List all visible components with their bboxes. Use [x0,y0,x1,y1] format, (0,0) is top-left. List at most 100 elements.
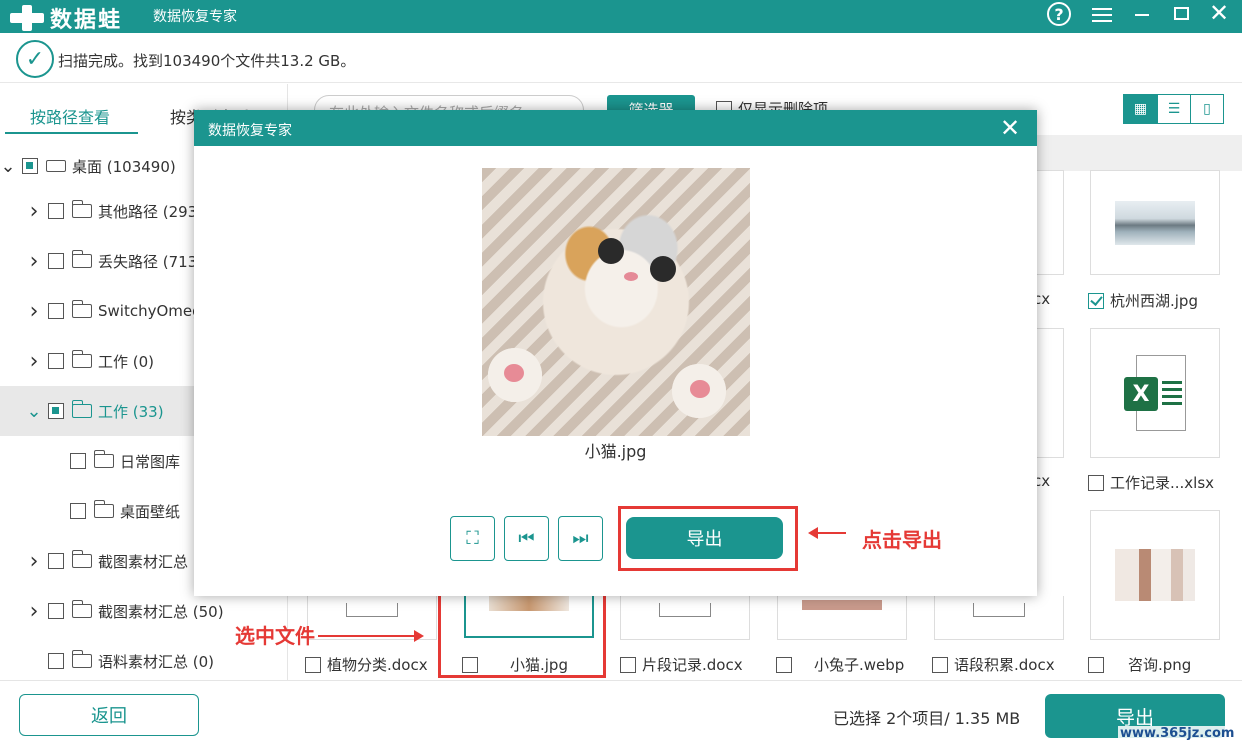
file-item-hangzhou[interactable]: 杭州西湖.jpg [1088,290,1198,311]
tree-checkbox[interactable] [48,203,64,219]
file-name: 工作记录...xlsx [1110,474,1215,492]
chevron-down-icon[interactable]: ⌄ [0,156,16,177]
tree-item-label: 截图素材汇总 (50) [98,602,224,621]
thumb-phrases[interactable] [934,596,1064,640]
tree-checkbox[interactable] [48,653,64,669]
file-checkbox[interactable] [1088,656,1104,673]
thumb-hangzhou[interactable] [1090,170,1220,275]
app-subtitle: 数据恢复专家 [153,9,237,25]
file-checkbox[interactable] [776,656,792,673]
highlight-export-button [618,506,798,571]
file-item[interactable]: 片段记录.docx [620,654,743,675]
chevron-right-icon[interactable]: › [26,599,42,624]
tree-checkbox[interactable] [48,403,64,419]
maximize-icon [1173,6,1189,20]
grid-view-icon[interactable]: ▦ [1124,95,1157,123]
folder-icon [71,200,92,218]
tree-item-label: 语料素材汇总 (0) [98,652,215,671]
chevron-right-icon[interactable]: › [26,349,42,374]
file-name: 植物分类.docx [327,656,428,674]
thumb-rabbit[interactable] [777,596,907,640]
help-button[interactable]: ? [1046,1,1072,27]
annotation-click-export: 点击导出 [862,528,942,552]
previous-button[interactable]: ⏮ [504,516,549,561]
fit-screen-icon: ⛶ [466,528,479,549]
fit-screen-button[interactable]: ⛶ [450,516,495,561]
tree-checkbox[interactable] [48,303,64,319]
help-icon: ? [1047,2,1071,26]
brand-name: 数据蛙 [50,8,123,33]
kitten-eye [598,238,624,264]
file-name: 片段记录.docx [642,656,743,674]
scan-complete-icon: ✓ [16,40,54,78]
tree-checkbox[interactable] [70,453,86,469]
skip-previous-icon: ⏮ [518,528,535,549]
excel-file-icon: X [1124,355,1186,431]
chevron-right-icon[interactable]: › [26,299,42,324]
file-item[interactable]: 语段积累.docx [932,654,1055,675]
list-view-icon[interactable]: ☰ [1157,95,1190,123]
dialog-close-icon[interactable]: ✕ [1000,114,1020,142]
app-logo: 数据蛙 [10,2,122,34]
back-button[interactable]: 返回 [19,694,199,736]
arrow-to-export [808,527,846,539]
tree-checkbox[interactable] [48,253,64,269]
doc-file-icon [973,602,1025,617]
chevron-down-icon[interactable]: ⌄ [26,401,42,422]
kitten-paw-pad [690,380,710,398]
tree-checkbox[interactable] [22,158,38,174]
tab-by-path[interactable]: 按路径查看 [30,104,110,128]
file-checkbox[interactable] [932,656,948,673]
folder-icon [93,450,114,468]
chevron-right-icon[interactable]: › [26,199,42,224]
folder-icon [71,250,92,268]
preview-dialog: 数据恢复专家 ✕ 小猫.jpg ⛶ ⏮ ⏭ 导出 点击导出 [194,110,1037,596]
file-item[interactable]: 小兔子.webp [776,654,904,675]
tree-item-label: 工作 (0) [98,352,155,371]
lake-image [1115,200,1195,245]
tree-item-label: 丢失路径 (713 [98,252,198,271]
maximize-button[interactable] [1170,0,1192,26]
file-checkbox[interactable] [305,656,321,673]
dialog-title: 数据恢复专家 [208,123,292,139]
thumb-worklog[interactable]: X [1090,328,1220,458]
detail-view-icon[interactable]: ▯ [1190,95,1223,123]
hamburger-icon [1092,8,1112,22]
file-checkbox[interactable] [620,656,636,673]
tree-checkbox[interactable] [48,353,64,369]
close-button[interactable]: ✕ [1208,0,1230,27]
drive-icon [46,160,66,172]
file-name: 小兔子.webp [814,656,905,674]
kitten-paw-pad [504,364,524,382]
chevron-right-icon[interactable]: › [26,249,42,274]
thumb-partial [1036,170,1064,275]
doc-file-icon [346,602,398,617]
dialog-header: 数据恢复专家 ✕ [194,110,1037,146]
view-switcher: ▦ ☰ ▯ [1123,94,1224,124]
file-item-consult[interactable]: 咨询.png [1088,654,1191,675]
thumb-consult[interactable] [1090,510,1220,640]
close-icon: ✕ [1208,0,1230,27]
tree-item-label: 工作 (33) [98,402,164,421]
menu-button[interactable] [1090,2,1114,28]
logo-plus-icon [10,5,44,31]
file-item-worklog[interactable]: 工作记录...xlsx [1088,472,1214,493]
folder-icon [71,400,92,418]
doc-file-icon [659,602,711,617]
tree-item-label: SwitchyOmeg [98,302,202,320]
file-checkbox[interactable] [1088,292,1104,309]
tree-checkbox[interactable] [48,603,64,619]
chevron-right-icon[interactable]: › [26,549,42,574]
folder-icon [71,550,92,568]
next-button[interactable]: ⏭ [558,516,603,561]
highlight-selected-file [438,592,606,678]
tree-checkbox[interactable] [48,553,64,569]
thumb-fragments[interactable] [620,596,750,640]
minimize-button[interactable] [1132,0,1152,26]
tree-item-label: 截图素材汇总 [98,552,189,571]
tree-checkbox[interactable] [70,503,86,519]
file-checkbox[interactable] [1088,474,1104,491]
file-item[interactable]: 植物分类.docx [305,654,428,675]
file-name: 语段积累.docx [954,656,1055,674]
kitten-preview-image [482,168,750,436]
